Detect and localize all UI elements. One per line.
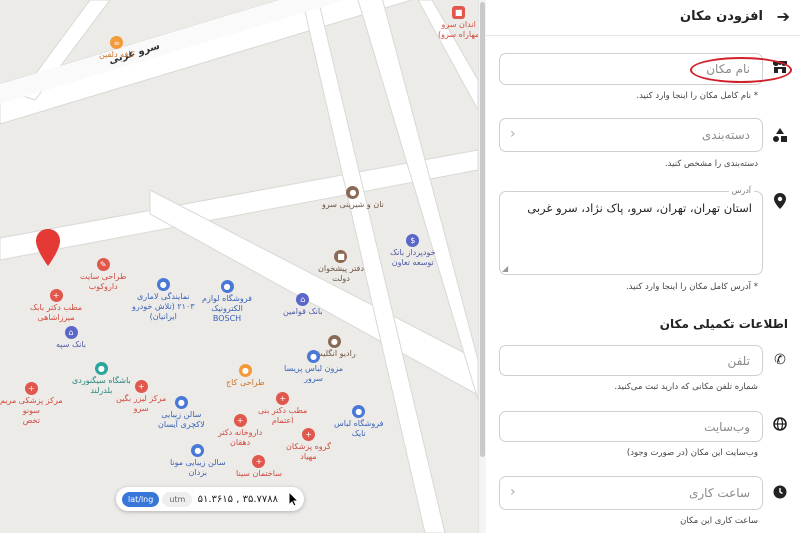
poi[interactable]: ● سالن زیبایی لاکچری آیسان xyxy=(158,396,205,430)
website-input[interactable]: وب‌سایت xyxy=(499,411,763,442)
poi[interactable]: ● فروشگاه لوازم الکترونیک BOSCH xyxy=(202,280,252,324)
medical-icon: + xyxy=(24,382,38,395)
design-icon: ● xyxy=(238,364,252,377)
phone-input[interactable]: تلفن xyxy=(499,345,763,376)
cursor-icon xyxy=(288,491,300,507)
chevron-left-icon: ‹ xyxy=(510,484,516,500)
clothing-icon: ● xyxy=(307,350,321,363)
utm-toggle[interactable]: utm xyxy=(162,491,193,507)
clothing-icon: ● xyxy=(352,405,366,418)
car-icon: ● xyxy=(156,278,170,291)
address-textarea[interactable]: آدرس استان تهران، تهران، سرو، پاک نژاد، … xyxy=(499,186,763,275)
poi[interactable]: ● نان و شیرینی سرو xyxy=(322,186,384,210)
phone-hint: شماره تلفن مکانی که دارید ثبت می‌کنید. xyxy=(614,382,758,392)
map-view[interactable]: سرو غربی ☕ کافه دلفین ■ اندان سرو مهاراه… xyxy=(0,0,478,533)
poi-cafe[interactable]: ☕ کافه دلفین xyxy=(99,36,134,60)
office-icon: ■ xyxy=(334,250,348,263)
poi[interactable]: ■ دفتر پیشخوان دولت xyxy=(318,250,364,284)
poi[interactable]: + گروه پزشکان مهیاد xyxy=(286,428,331,462)
clock-icon xyxy=(772,485,788,503)
medical-icon: + xyxy=(252,455,266,468)
atm-icon: $ xyxy=(406,234,420,247)
poi[interactable]: ✎ طراحی سایت داروکوب xyxy=(80,258,126,292)
section-title: اطلاعات تکمیلی مکان xyxy=(659,317,788,331)
poi-top-right[interactable]: ■ اندان سرو مهاراه سرو) xyxy=(438,6,478,40)
cafe-icon: ☕ xyxy=(110,36,124,49)
poi[interactable]: + مطب دکتر بابک میرزاشاهی xyxy=(30,289,82,323)
medical-icon: + xyxy=(301,428,315,441)
back-arrow-icon[interactable]: ➔ xyxy=(777,7,790,26)
annotation-ellipse xyxy=(690,57,792,83)
poi[interactable]: + مرکز پزشکی مریم سونو تخص xyxy=(0,382,63,426)
poi[interactable]: ● مزون لباس پریسا سرور xyxy=(284,350,343,384)
medical-icon: + xyxy=(49,289,63,302)
poi[interactable]: ● فروشگاه لباس نایک xyxy=(334,405,383,439)
poi[interactable]: ⌂ بانک سپه xyxy=(56,326,86,350)
resize-handle-icon[interactable]: ◢ xyxy=(502,264,508,273)
poi[interactable]: + داروخانه دکتر دهقان xyxy=(218,414,262,448)
coordinate-readout: ۳۵.۷۷۸۸ , ۵۱.۳۶۱۵ xyxy=(197,493,278,505)
shop-icon: ■ xyxy=(452,6,466,19)
phone-icon: ✆ xyxy=(774,352,786,368)
food-icon: ● xyxy=(346,186,360,199)
radio-icon: ● xyxy=(327,335,341,348)
design-icon: ✎ xyxy=(96,258,110,271)
gym-icon: ● xyxy=(94,362,108,375)
poi[interactable]: + مطب دکتر بنی اعتمام xyxy=(258,392,307,426)
salon-icon: ● xyxy=(174,396,188,409)
medical-icon: + xyxy=(276,392,290,405)
medical-icon: + xyxy=(134,380,148,393)
poi[interactable]: ⌂ بانک قوامین xyxy=(283,293,323,317)
add-place-panel: ➔ افزودن مکان نام مکان * نام کامل مکان ر… xyxy=(486,0,800,533)
page-title: افزودن مکان xyxy=(679,9,763,24)
scrollbar-thumb[interactable] xyxy=(480,2,485,457)
website-hint: وب‌سایت این مکان (در صورت وجود) xyxy=(626,448,758,458)
pharmacy-icon: + xyxy=(233,414,247,427)
coordinate-bar: lat/lng utm ۳۵.۷۷۸۸ , ۵۱.۳۶۱۵ xyxy=(116,487,304,511)
latlng-toggle[interactable]: lat/lng xyxy=(122,491,160,507)
bank-icon: ⌂ xyxy=(296,293,310,306)
poi[interactable]: + ساختمان سینا xyxy=(236,455,282,479)
name-hint: * نام کامل مکان را اینجا وارد کنید. xyxy=(636,91,758,101)
panel-header: ➔ افزودن مکان xyxy=(486,0,800,36)
salon-icon: ● xyxy=(191,444,205,457)
poi[interactable]: ● نمایندگی لاماری ۲۱۰۳ (تلاش خودرو ایرانی… xyxy=(132,278,195,322)
poi[interactable]: $ خودپرداز بانک توسعه تعاون xyxy=(390,234,436,268)
category-hint: دسته‌بندی را مشخص کنید. xyxy=(664,159,758,169)
poi[interactable]: ● سالن زیبایی مونا بزدان xyxy=(170,444,226,478)
electronics-icon: ● xyxy=(220,280,234,293)
address-hint: * آدرس کامل مکان را اینجا وارد کنید. xyxy=(625,282,758,292)
hours-select[interactable]: ساعت کاری ‹ xyxy=(499,476,763,510)
bank-icon: ⌂ xyxy=(64,326,78,339)
location-pin-icon[interactable] xyxy=(35,228,61,268)
category-icon xyxy=(772,128,788,146)
location-icon xyxy=(772,193,788,213)
scrollbar[interactable] xyxy=(478,0,486,533)
chevron-left-icon: ‹ xyxy=(510,126,516,142)
category-select[interactable]: دسته‌بندی ‹ xyxy=(499,118,763,152)
globe-icon xyxy=(772,417,788,435)
hours-hint: ساعت کاری این مکان xyxy=(680,516,758,526)
poi[interactable]: ● طراحی کاج xyxy=(226,364,265,388)
